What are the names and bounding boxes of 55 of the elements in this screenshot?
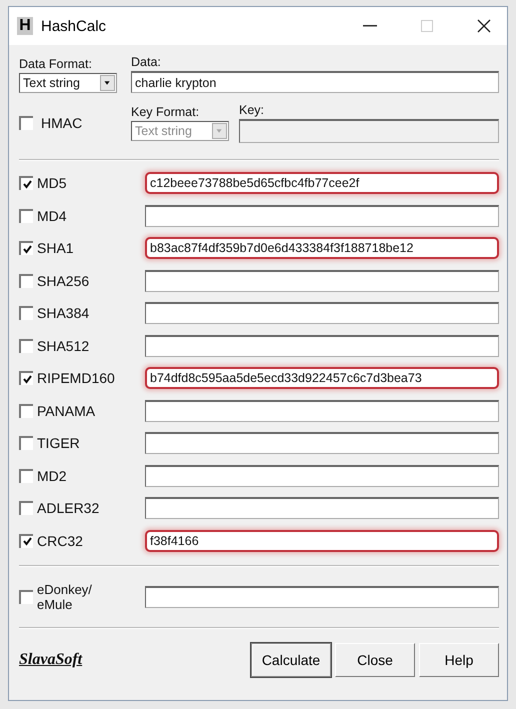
hash-field[interactable]: f38f4166 [145,530,499,552]
hash-name: RIPEMD160 [37,370,116,386]
edonkey-label: eDonkey/ eMule [37,582,93,612]
hash-name: SHA1 [37,240,75,256]
data-format-label: Data Format: [19,57,93,71]
hash-checkbox[interactable] [19,436,33,450]
edonkey-checkbox[interactable] [19,590,33,604]
hash-field[interactable] [145,334,499,357]
hash-checkbox[interactable] [19,208,33,223]
hash-field[interactable]: b83ac87f4df359b7d0e6d433384f3f188718be12 [145,237,499,260]
hash-checkbox[interactable] [19,241,33,256]
edonkey-field[interactable] [145,586,499,608]
dialog-button[interactable]: Calculate [251,643,331,677]
hmac-checkbox[interactable] [19,116,33,130]
hash-field[interactable] [145,302,499,324]
hash-name: SHA384 [37,305,90,322]
hash-checkbox[interactable] [19,404,33,418]
key-format-label: Key Format: [131,105,200,119]
hash-checkbox[interactable] [19,501,33,516]
hash-field[interactable]: c12beee73788be5d65cfbc4fb77cee2f [145,172,499,194]
hash-name: SHA512 [37,338,90,354]
hash-name: PANAMA [37,402,96,419]
hash-field[interactable] [145,464,499,487]
hash-checkbox[interactable] [19,176,33,190]
hash-checkbox[interactable] [19,468,33,483]
minimize-icon[interactable] [363,25,377,27]
hash-name: MD5 [37,175,68,192]
hash-checkbox[interactable] [19,338,33,353]
hash-name: MD2 [37,468,68,484]
data-field[interactable]: charlie krypton [131,71,499,93]
hash-name: ADLER32 [37,500,100,516]
data-format-dropdown[interactable]: Text string [19,73,117,93]
hash-checkbox[interactable] [19,371,33,386]
key-label: Key: [239,103,266,117]
hash-name: SHA256 [37,272,90,289]
dialog-button[interactable]: Close [335,643,415,677]
hmac-label: HMAC [41,115,82,131]
hash-field[interactable] [145,497,499,520]
hash-name: TIGER [37,435,81,452]
hash-name: MD4 [37,208,68,224]
brand-logo[interactable]: SlavaSoft [19,651,251,669]
hash-checkbox[interactable] [19,274,33,288]
hash-checkbox[interactable] [19,534,33,548]
hash-field[interactable] [145,432,499,454]
window-title: HashCalc [41,18,108,34]
hash-field[interactable] [145,204,499,227]
hash-checkbox[interactable] [19,306,33,320]
hash-field[interactable] [145,270,499,292]
hash-field[interactable] [145,400,499,422]
dialog-button[interactable]: Help [419,643,499,677]
data-label: Data: [131,55,162,69]
app-icon: H [17,17,33,35]
hash-field[interactable]: b74dfd8c595aa5de5ecd33d922457c6c7d3bea73 [145,367,499,390]
hash-name: CRC32 [37,532,84,549]
close-icon[interactable] [477,19,491,33]
